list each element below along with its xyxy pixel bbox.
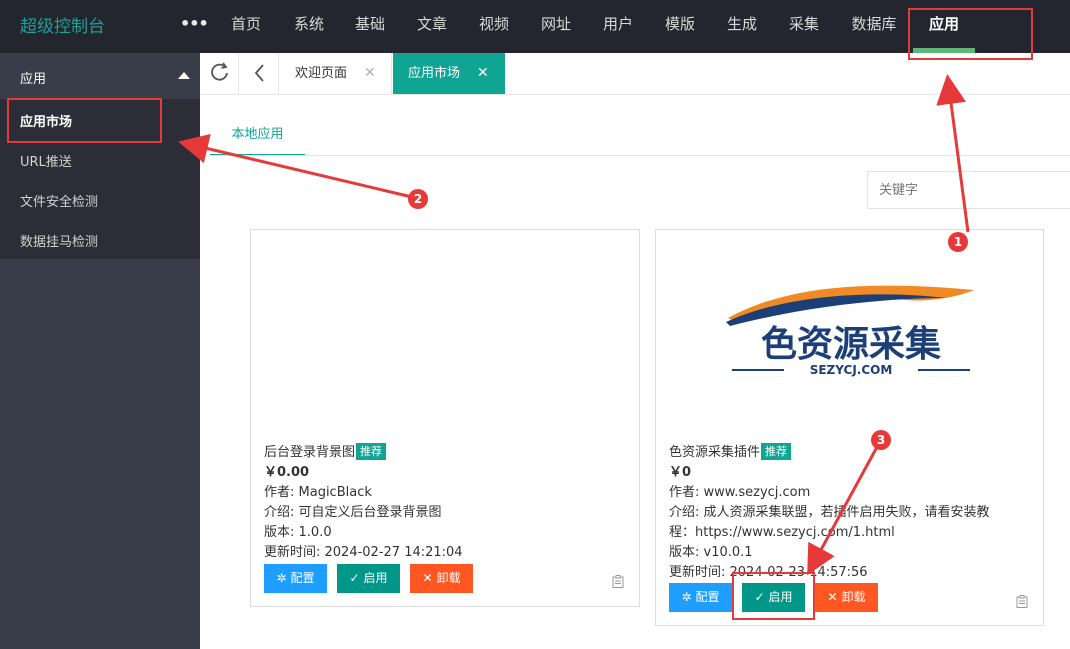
nav-item-url[interactable]: 网址 [532, 0, 580, 53]
search-input[interactable] [867, 171, 1070, 209]
app-card-login-bg: 后台登录背景图 推荐 ￥0.00 作者: MagicBlack 介绍: 可自定义后… [250, 229, 640, 607]
app-logo[interactable]: 超级控制台 [20, 12, 105, 37]
annotation-number-1: 1 [948, 232, 968, 252]
close-icon[interactable]: ✕ [364, 53, 376, 94]
gear-icon: ✲ [276, 571, 287, 585]
app-name: 色资源采集插件 推荐 [669, 443, 792, 463]
refresh-button[interactable] [200, 53, 239, 94]
close-icon[interactable]: ✕ [477, 53, 489, 94]
app-card-sezycj: 色资源采集 SEZYCJ.COM 色资源采集插件 推荐 ￥0 作者: www.se… [655, 229, 1044, 626]
app-price: ￥0.00 [264, 465, 310, 480]
app-author: 作者: MagicBlack [264, 485, 372, 500]
app-author: 作者: www.sezycj.com [669, 485, 811, 500]
tab-label: 欢迎页面 [295, 66, 348, 81]
nav-item-home[interactable]: 首页 [222, 0, 270, 53]
nav-item-video[interactable]: 视频 [470, 0, 518, 53]
refresh-icon [211, 62, 228, 81]
sidebar-group-apps[interactable]: 应用 [0, 53, 200, 99]
sidebar-group-label: 应用 [20, 72, 47, 87]
clipboard-icon[interactable] [612, 575, 624, 588]
nav-item-template[interactable]: 模版 [656, 0, 704, 53]
app-intro: 介绍: 可自定义后台登录背景图 [264, 505, 442, 520]
annotation-number-2: 2 [408, 189, 428, 209]
annotation-box-enable [732, 572, 815, 620]
logo-text: 色资源采集 [761, 324, 941, 365]
more-menu-button[interactable]: ••• [180, 14, 209, 38]
close-icon: ✕ [422, 571, 433, 585]
config-button[interactable]: ✲ 配置 [669, 583, 732, 612]
nav-item-collect[interactable]: 采集 [780, 0, 828, 53]
annotation-box-app-market [7, 98, 162, 143]
tab-welcome[interactable]: 欢迎页面 ✕ [280, 53, 392, 94]
sidebar-item-data-trojan[interactable]: 数据挂马检测 [0, 219, 200, 259]
sidebar-item-file-security[interactable]: 文件安全检测 [0, 179, 200, 219]
subtab-divider [200, 155, 1070, 156]
sidebar-item-label: 文件安全检测 [20, 195, 99, 210]
close-icon: ✕ [827, 590, 838, 604]
uninstall-button[interactable]: ✕ 卸载 [410, 564, 473, 593]
app-intro-line2: 程：https://www.sezycj.com/1.html [669, 525, 895, 540]
nav-item-generate[interactable]: 生成 [718, 0, 766, 53]
sidebar-item-label: URL推送 [20, 155, 72, 170]
gear-icon: ✲ [681, 590, 692, 604]
app-price: ￥0 [669, 465, 692, 480]
nav-item-user[interactable]: 用户 [594, 0, 642, 53]
uninstall-button[interactable]: ✕ 卸载 [815, 583, 878, 612]
caret-up-icon [178, 72, 190, 79]
nav-item-article[interactable]: 文章 [408, 0, 456, 53]
tab-prev-button[interactable] [240, 53, 279, 94]
app-version: 版本: 1.0.0 [264, 525, 332, 540]
chevron-left-icon [254, 64, 264, 82]
check-icon: ✓ [349, 571, 360, 585]
app-version: 版本: v10.0.1 [669, 545, 753, 560]
app-updated: 更新时间: 2024-02-27 14:21:04 [264, 545, 463, 560]
sidebar-item-url-push[interactable]: URL推送 [0, 139, 200, 179]
logo-domain: SEZYCJ.COM [810, 363, 893, 377]
app-intro-line1: 介绍: 成人资源采集联盟，若插件启用失败，请看安装教 [669, 505, 990, 520]
nav-item-basic[interactable]: 基础 [346, 0, 394, 53]
nav-item-database[interactable]: 数据库 [842, 0, 906, 53]
app-logo-image: 色资源采集 SEZYCJ.COM [726, 285, 974, 377]
config-button[interactable]: ✲ 配置 [264, 564, 327, 593]
subtab-local-apps[interactable]: 本地应用 [210, 118, 305, 156]
enable-button[interactable]: ✓ 启用 [337, 564, 400, 593]
tab-label: 应用市场 [408, 66, 461, 81]
nav-item-system[interactable]: 系统 [285, 0, 333, 53]
recommend-badge: 推荐 [761, 443, 792, 460]
annotation-number-3: 3 [871, 430, 891, 450]
recommend-badge: 推荐 [356, 443, 387, 460]
sidebar-item-label: 数据挂马检测 [20, 235, 99, 250]
clipboard-icon[interactable] [1016, 595, 1028, 608]
annotation-box-apps-nav [908, 8, 1033, 60]
app-name: 后台登录背景图 推荐 [264, 443, 387, 463]
tab-app-market[interactable]: 应用市场 ✕ [393, 53, 505, 94]
